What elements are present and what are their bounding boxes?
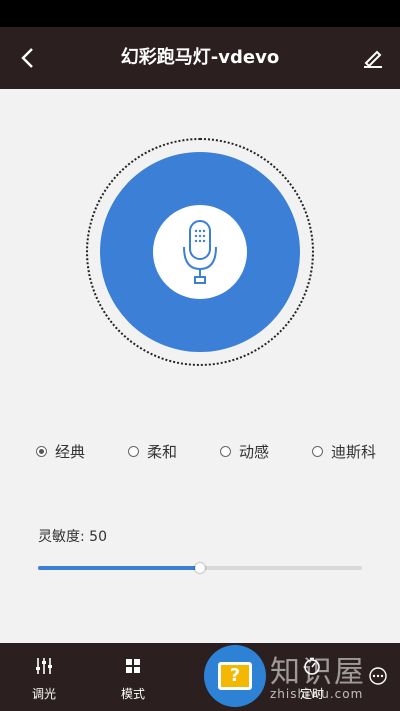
nav-label: 模式 — [120, 687, 145, 701]
mode-dynamic[interactable]: 动感 — [219, 440, 269, 462]
chevron-left-icon — [21, 48, 33, 68]
radio-dynamic[interactable] — [219, 445, 231, 457]
mode-label: 经典 — [55, 442, 86, 461]
radio-soft[interactable] — [127, 445, 139, 457]
nav-mode[interactable]: 模式 — [93, 643, 173, 711]
watermark-url: zhishiwu.com — [270, 687, 364, 701]
sensitivity-label: 灵敏度: 50 — [38, 529, 107, 545]
slider-fill — [38, 566, 200, 570]
slider-thumb[interactable] — [195, 563, 205, 573]
page-title: 幻彩跑马灯-vdevo — [120, 47, 280, 68]
watermark: ? 知识屋 zhishiwu.com — [200, 643, 400, 711]
sliders-icon — [36, 658, 52, 674]
nav-dimming[interactable]: 调光 — [4, 643, 84, 711]
radio-disco[interactable] — [311, 445, 323, 457]
mode-classic[interactable]: 经典 — [36, 440, 85, 462]
watermark-badge: ? — [204, 645, 266, 707]
sensitivity-slider[interactable] — [38, 562, 362, 574]
nav-label: 调光 — [31, 687, 56, 701]
back-button[interactable] — [12, 43, 42, 73]
mode-disco[interactable]: 迪斯科 — [311, 440, 376, 462]
watermark-text: 知识屋 — [270, 655, 366, 690]
mode-label: 动感 — [238, 442, 269, 461]
mode-label: 柔和 — [146, 442, 177, 461]
microphone-icon — [183, 220, 217, 284]
help-monitor-icon: ? — [218, 662, 252, 690]
radio-classic[interactable] — [36, 445, 47, 457]
grid-icon — [126, 659, 140, 673]
mode-label: 迪斯科 — [330, 442, 376, 461]
pencil-icon — [364, 50, 382, 68]
app-header: 幻彩跑马灯-vdevo — [0, 27, 400, 89]
edit-button[interactable] — [358, 43, 388, 73]
status-bar — [0, 0, 400, 27]
mode-selector: 经典 柔和 动感 迪斯科 — [36, 440, 376, 462]
voice-control[interactable] — [86, 138, 314, 366]
mode-soft[interactable]: 柔和 — [127, 440, 177, 462]
mic-button[interactable] — [153, 205, 247, 299]
